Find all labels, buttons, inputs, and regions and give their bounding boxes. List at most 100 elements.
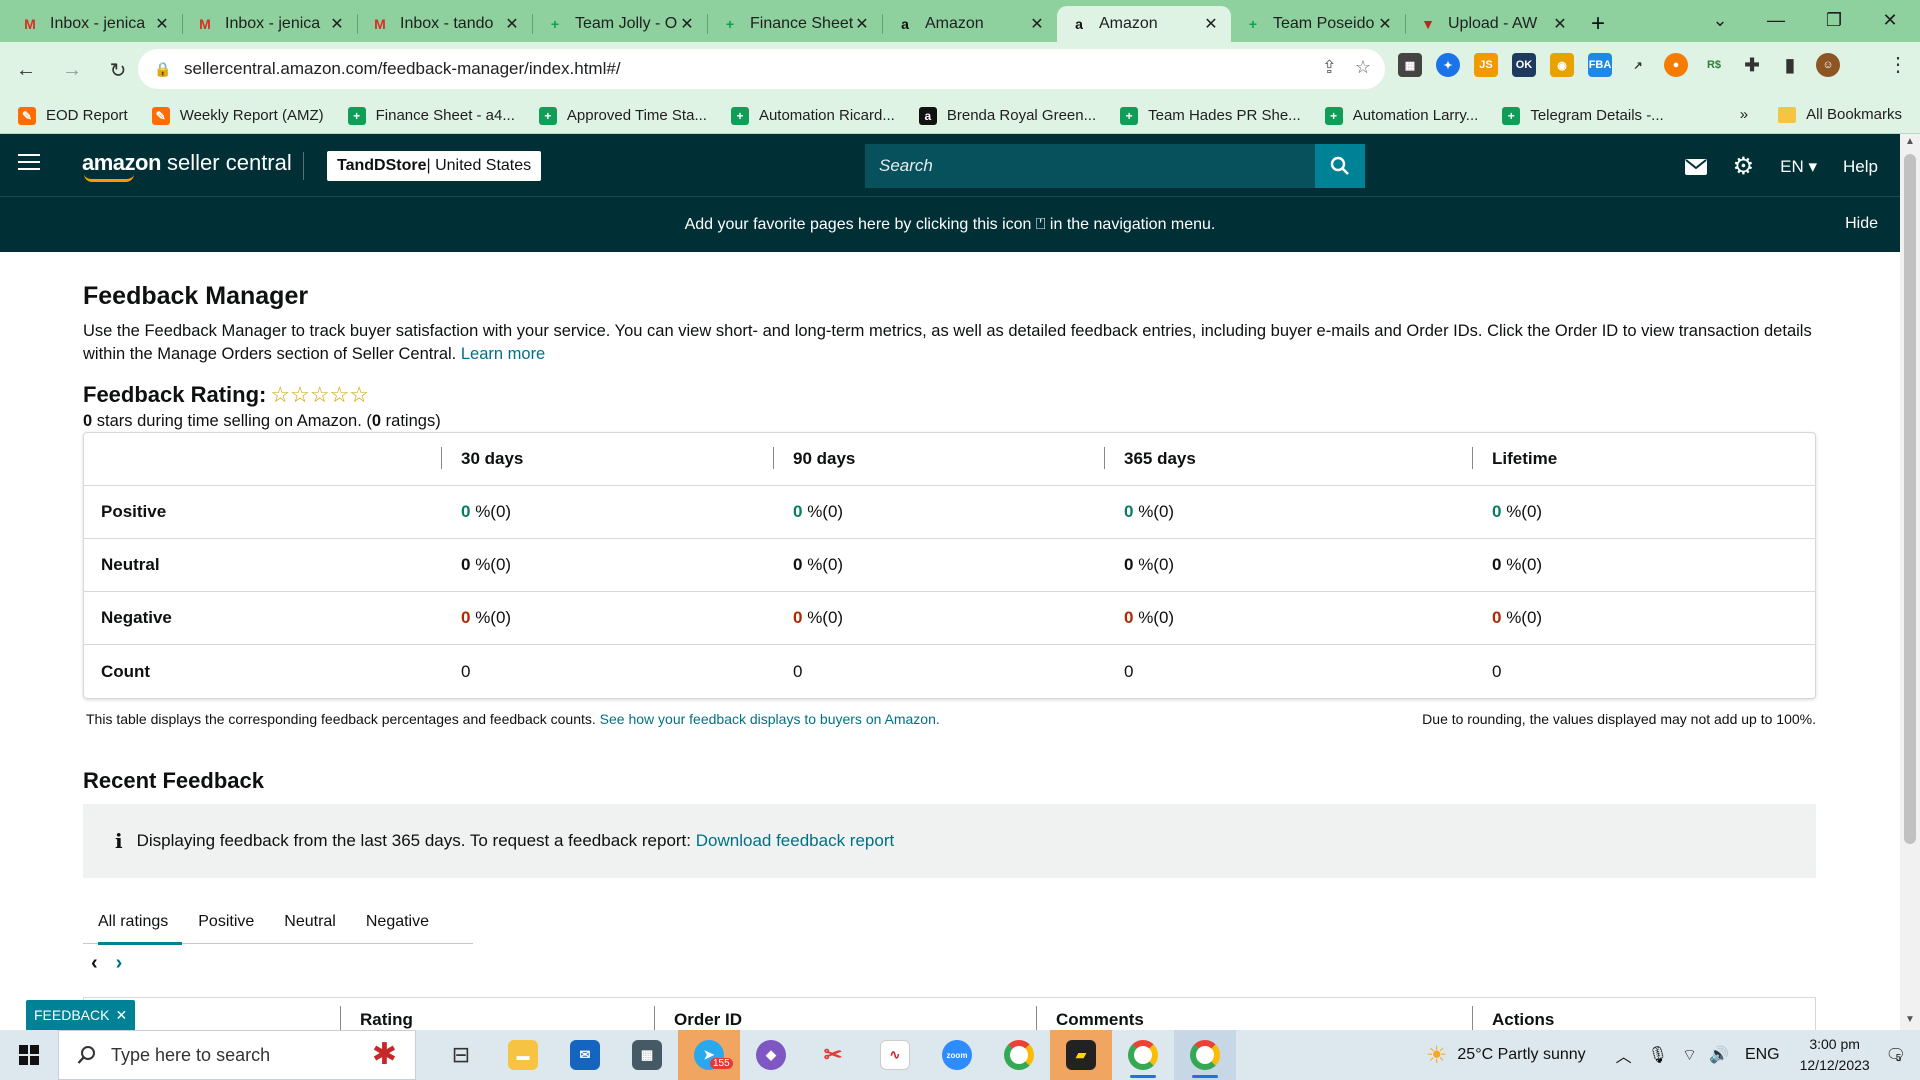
close-tab-icon[interactable]: ✕ — [329, 14, 345, 34]
hide-banner-button[interactable]: Hide — [1845, 215, 1878, 233]
mail-icon[interactable] — [1684, 158, 1707, 175]
microphone-icon[interactable]: 🎙 — [1648, 1045, 1668, 1065]
all-bookmarks[interactable]: All Bookmarks — [1778, 106, 1902, 123]
chevron-right-icon[interactable]: › — [116, 952, 123, 975]
browser-tab[interactable]: ▼ Upload - AW ✕ — [1406, 6, 1580, 42]
store-selector[interactable]: TandDStore | United States — [327, 151, 542, 181]
search-input[interactable]: Search — [865, 156, 1315, 176]
bookmark-item[interactable]: + Automation Ricard... — [730, 106, 895, 125]
share-icon[interactable]: ⇪ — [1322, 57, 1337, 78]
bookmark-item[interactable]: + Telegram Details -... — [1502, 106, 1664, 125]
scrollbar-thumb[interactable] — [1904, 154, 1916, 844]
js-extension-icon[interactable]: JS — [1474, 53, 1498, 77]
side-panel-icon[interactable]: ▮ — [1778, 53, 1802, 77]
bookmark-item[interactable]: + Approved Time Sta... — [538, 106, 707, 125]
minimize-button[interactable]: — — [1748, 0, 1804, 40]
profile-avatar[interactable]: ☺ — [1816, 53, 1840, 77]
close-window-button[interactable]: ✕ — [1862, 0, 1918, 40]
browser-tab[interactable]: M Inbox - jenica ✕ — [183, 6, 357, 42]
calculator-icon[interactable]: ▦ — [616, 1030, 678, 1080]
clock[interactable]: 3:00 pm 12/12/2023 — [1800, 1034, 1870, 1076]
extension-icon[interactable]: R$ — [1702, 53, 1726, 77]
bookmarks-more-icon[interactable]: » — [1740, 106, 1748, 123]
puzzle-extensions-icon[interactable]: ✚ — [1740, 53, 1764, 77]
language-indicator[interactable]: ENG — [1745, 1046, 1780, 1064]
snipping-tool-icon[interactable]: ✂ — [802, 1030, 864, 1080]
close-tab-icon[interactable]: ✕ — [1203, 14, 1219, 34]
close-icon[interactable]: ✕ — [115, 1007, 127, 1024]
maximize-button[interactable]: ❐ — [1806, 0, 1862, 40]
close-tab-icon[interactable]: ✕ — [854, 14, 870, 34]
new-tab-button[interactable]: + — [1580, 6, 1616, 42]
close-tab-icon[interactable]: ✕ — [154, 14, 170, 34]
browser-tab[interactable]: a Amazon ✕ — [1057, 6, 1231, 42]
file-explorer-icon[interactable]: ▬ — [492, 1030, 554, 1080]
wifi-icon[interactable]: ⌔ — [1682, 1045, 1697, 1065]
chrome-profile-icon[interactable] — [1112, 1030, 1174, 1080]
qr-extension-icon[interactable]: ▦ — [1398, 53, 1422, 77]
tab-all-ratings[interactable]: All ratings — [83, 900, 183, 945]
bookmark-item[interactable]: a Brenda Royal Green... — [918, 106, 1096, 125]
ok-extension-icon[interactable]: OK — [1512, 53, 1536, 77]
browser-tab[interactable]: M Inbox - jenica ✕ — [8, 6, 182, 42]
notifications-icon[interactable]: 🗨 5 — [1886, 1045, 1906, 1065]
zoom-icon[interactable]: zoom — [926, 1030, 988, 1080]
settings-gear-icon[interactable]: ⚙ — [1733, 152, 1755, 181]
browser-tab[interactable]: a Amazon ✕ — [883, 6, 1057, 42]
reload-icon[interactable]: ↻ — [98, 50, 138, 90]
bookmark-item[interactable]: + Finance Sheet - a4... — [347, 106, 515, 125]
bookmark-item[interactable]: ✎ Weekly Report (AMZ) — [151, 106, 324, 125]
extension-icon[interactable]: ✦ — [1436, 53, 1460, 77]
hamburger-menu-icon[interactable] — [18, 154, 40, 175]
learn-more-link[interactable]: Learn more — [461, 345, 545, 363]
tab-search-icon[interactable]: ⌄ — [1692, 0, 1748, 40]
language-selector[interactable]: EN ▾ — [1780, 157, 1817, 177]
bookmark-item[interactable]: + Automation Larry... — [1324, 106, 1478, 125]
page-scrollbar[interactable]: ▲ ▼ — [1900, 134, 1920, 1030]
extension-icon[interactable]: ↗ — [1626, 53, 1650, 77]
audio-app-icon[interactable]: ∿ — [864, 1030, 926, 1080]
feedback-display-link[interactable]: See how your feedback displays to buyers… — [600, 711, 940, 727]
weather-icon[interactable]: ☀ — [1426, 1041, 1448, 1070]
bookmark-item[interactable]: ✎ EOD Report — [18, 106, 128, 125]
fba-extension-icon[interactable]: FBA — [1588, 53, 1612, 77]
extension-icon[interactable]: ● — [1664, 53, 1688, 77]
seller-central-logo[interactable]: amazon seller central — [82, 150, 292, 182]
close-tab-icon[interactable]: ✕ — [504, 14, 520, 34]
browser-tab[interactable]: + Team Poseido ✕ — [1231, 6, 1405, 42]
close-tab-icon[interactable]: ✕ — [1377, 14, 1393, 34]
browser-tab[interactable]: + Finance Sheet ✕ — [708, 6, 882, 42]
browser-tab[interactable]: M Inbox - tando ✕ — [358, 6, 532, 42]
bookmark-item[interactable]: + Team Hades PR She... — [1120, 106, 1301, 125]
feedback-button[interactable]: FEEDBACK ✕ — [26, 1000, 136, 1030]
tab-positive[interactable]: Positive — [183, 900, 269, 944]
tab-negative[interactable]: Negative — [351, 900, 444, 944]
task-view-icon[interactable]: ⊟ — [430, 1030, 492, 1080]
seller-search[interactable]: Search — [865, 144, 1365, 188]
search-button[interactable] — [1315, 144, 1365, 188]
telegram-icon[interactable]: ➤ 155 — [678, 1030, 740, 1080]
weather-text[interactable]: 25°C Partly sunny — [1457, 1046, 1585, 1064]
taskbar-search[interactable]: Type here to search ✱ — [58, 1030, 416, 1080]
chevron-left-icon[interactable]: ‹ — [91, 952, 98, 975]
extension-icon[interactable]: ◉ — [1550, 53, 1574, 77]
tray-chevron-icon[interactable]: ︿ — [1616, 1043, 1632, 1067]
browser-tab[interactable]: + Team Jolly - O ✕ — [533, 6, 707, 42]
copilot-icon[interactable]: ◆ — [740, 1030, 802, 1080]
back-icon[interactable]: ← — [6, 50, 46, 90]
close-tab-icon[interactable]: ✕ — [1029, 14, 1045, 34]
tab-neutral[interactable]: Neutral — [269, 900, 351, 944]
sticky-notes-icon[interactable]: ▰ — [1050, 1030, 1112, 1080]
bookmark-star-icon[interactable]: ☆ — [1355, 57, 1371, 78]
chrome-icon[interactable] — [988, 1030, 1050, 1080]
taskbar-search-input[interactable]: Type here to search — [111, 1045, 270, 1066]
scroll-down-icon[interactable]: ▼ — [1905, 1014, 1915, 1025]
download-report-link[interactable]: Download feedback report — [696, 831, 894, 851]
speaker-icon[interactable]: 🔊 — [1709, 1045, 1729, 1065]
windows-start-icon[interactable] — [0, 1030, 58, 1080]
address-bar[interactable]: 🔒 sellercentral.amazon.com/feedback-mana… — [138, 49, 1385, 89]
chrome-menu-icon[interactable]: ⋮ — [1888, 52, 1908, 77]
close-tab-icon[interactable]: ✕ — [1552, 14, 1568, 34]
scroll-up-icon[interactable]: ▲ — [1905, 136, 1915, 147]
forward-icon[interactable]: → — [52, 50, 92, 90]
